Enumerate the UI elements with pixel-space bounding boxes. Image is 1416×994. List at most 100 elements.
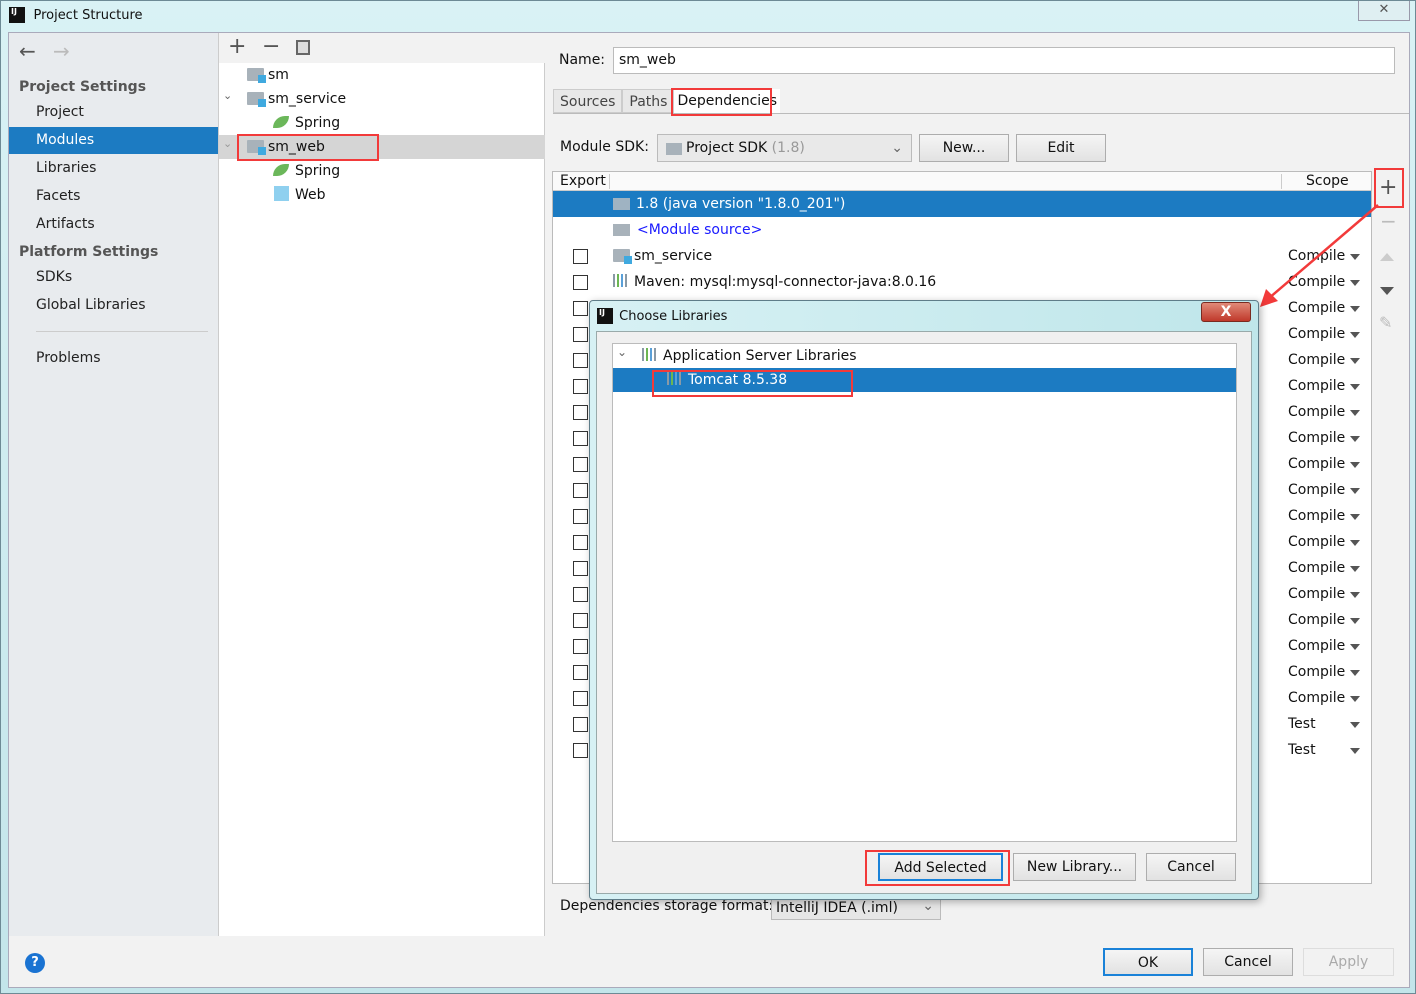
sdk-folder-icon (666, 143, 682, 155)
export-checkbox[interactable] (573, 431, 588, 446)
library-icon (613, 274, 629, 287)
chevron-down-icon: ⌄ (891, 140, 903, 156)
chevron-down-icon[interactable]: ⌄ (617, 345, 627, 359)
scope-dropdown[interactable]: Compile (1288, 477, 1345, 503)
module-sdk-dropdown[interactable]: Project SDK (1.8) ⌄ (657, 134, 912, 162)
scope-dropdown[interactable]: Compile (1288, 529, 1345, 555)
table-row[interactable]: sm_serviceCompile (553, 243, 1371, 269)
export-checkbox[interactable] (573, 743, 588, 758)
export-checkbox[interactable] (573, 665, 588, 680)
scope-dropdown[interactable]: Compile (1288, 451, 1345, 477)
dropdown-arrow-icon (1350, 722, 1360, 728)
dialog-cancel-button[interactable]: Cancel (1146, 853, 1236, 881)
export-checkbox[interactable] (573, 717, 588, 732)
scope-dropdown[interactable]: Test (1288, 737, 1316, 763)
scope-dropdown[interactable]: Compile (1288, 685, 1345, 711)
module-folder-icon (613, 249, 632, 264)
ok-button[interactable]: OK (1103, 948, 1193, 976)
scope-dropdown[interactable]: Compile (1288, 607, 1345, 633)
copy-icon[interactable] (296, 40, 310, 55)
annotation-arrow (1260, 204, 1379, 307)
export-checkbox[interactable] (573, 457, 588, 472)
forward-button[interactable]: → (53, 39, 70, 63)
divider (36, 331, 208, 332)
window-title: Project Structure (33, 8, 143, 23)
new-sdk-button[interactable]: New... (919, 134, 1009, 162)
cancel-button[interactable]: Cancel (1203, 948, 1293, 976)
sidebar-item-global-libraries[interactable]: Global Libraries (9, 292, 218, 319)
back-button[interactable]: ← (19, 39, 36, 63)
scope-dropdown[interactable]: Compile (1288, 581, 1345, 607)
sidebar-item-libraries[interactable]: Libraries (9, 155, 218, 182)
scope-dropdown[interactable]: Test (1288, 711, 1316, 737)
dropdown-arrow-icon (1350, 696, 1360, 702)
dropdown-arrow-icon (1350, 462, 1360, 468)
export-checkbox[interactable] (573, 561, 588, 576)
new-library-button[interactable]: New Library... (1013, 853, 1136, 881)
choose-libraries-dialog: IJ Choose Libraries X ⌄ Application Serv… (589, 300, 1259, 900)
table-row[interactable]: Maven: mysql:mysql-connector-java:8.0.16… (553, 269, 1371, 295)
scope-dropdown[interactable]: Compile (1288, 659, 1345, 685)
tree-node-sm[interactable]: sm (247, 63, 289, 87)
help-button[interactable]: ? (25, 953, 45, 973)
export-checkbox[interactable] (573, 639, 588, 654)
window-close-button[interactable]: ✕ (1358, 1, 1410, 21)
scope-dropdown[interactable]: Compile (1288, 503, 1345, 529)
export-column-header[interactable]: Export (560, 172, 606, 191)
table-row-module-source[interactable]: <Module source> (553, 217, 1371, 243)
export-checkbox[interactable] (573, 301, 588, 316)
tab-sources[interactable]: Sources (553, 89, 623, 113)
export-checkbox[interactable] (573, 405, 588, 420)
scope-dropdown[interactable]: Compile (1288, 399, 1345, 425)
library-icon (642, 348, 658, 361)
sidebar-item-artifacts[interactable]: Artifacts (9, 211, 218, 238)
export-checkbox[interactable] (573, 275, 588, 290)
project-settings-heading: Project Settings (19, 79, 147, 95)
jdk-icon (613, 198, 630, 210)
export-checkbox[interactable] (573, 249, 588, 264)
export-checkbox[interactable] (573, 509, 588, 524)
module-name-input[interactable]: sm_web (613, 47, 1395, 74)
edit-sdk-button[interactable]: Edit (1016, 134, 1106, 162)
dropdown-arrow-icon (1350, 358, 1360, 364)
export-checkbox[interactable] (573, 379, 588, 394)
column-divider (1281, 174, 1282, 189)
scope-dropdown[interactable]: Compile (1288, 425, 1345, 451)
export-checkbox[interactable] (573, 613, 588, 628)
scope-dropdown[interactable]: Compile (1288, 321, 1345, 347)
tree-node-spring[interactable]: Spring (273, 159, 340, 183)
edit-pencil-icon[interactable]: ✎ (1379, 313, 1392, 332)
sidebar-item-problems[interactable]: Problems (9, 345, 218, 372)
tree-node-application-server-libraries[interactable]: Application Server Libraries (642, 344, 857, 368)
module-tree: + − sm ⌄ sm_service Spring ⌄ sm_web Spri… (219, 33, 545, 936)
sidebar-item-modules[interactable]: Modules (9, 127, 218, 154)
add-module-button[interactable]: + (228, 34, 246, 59)
scope-column-header[interactable]: Scope (1306, 172, 1349, 191)
sidebar-item-facets[interactable]: Facets (9, 183, 218, 210)
export-checkbox[interactable] (573, 483, 588, 498)
dialog-close-button[interactable]: X (1201, 302, 1251, 322)
scope-dropdown[interactable]: Compile (1288, 555, 1345, 581)
chevron-down-icon[interactable]: ⌄ (223, 89, 232, 102)
export-checkbox[interactable] (573, 535, 588, 550)
remove-module-button[interactable]: − (262, 34, 280, 59)
table-row-jdk[interactable]: 1.8 (java version "1.8.0_201") (553, 191, 1371, 217)
platform-settings-heading: Platform Settings (19, 244, 159, 260)
dropdown-arrow-icon (1350, 592, 1360, 598)
export-checkbox[interactable] (573, 327, 588, 342)
export-checkbox[interactable] (573, 587, 588, 602)
tree-node-web[interactable]: Web (274, 183, 326, 207)
tree-node-sm-service[interactable]: sm_service (247, 87, 346, 111)
scope-dropdown[interactable]: Compile (1288, 347, 1345, 373)
scope-dropdown[interactable]: Compile (1288, 373, 1345, 399)
export-checkbox[interactable] (573, 691, 588, 706)
tree-node-spring[interactable]: Spring (273, 111, 340, 135)
sidebar-item-sdks[interactable]: SDKs (9, 264, 218, 291)
tab-paths[interactable]: Paths (622, 89, 675, 113)
apply-button[interactable]: Apply (1303, 948, 1394, 976)
chevron-down-icon[interactable]: ⌄ (223, 137, 232, 150)
export-checkbox[interactable] (573, 353, 588, 368)
scope-dropdown[interactable]: Compile (1288, 633, 1345, 659)
sidebar-item-project[interactable]: Project (9, 99, 218, 126)
title-bar: IJ Project Structure (9, 7, 143, 29)
